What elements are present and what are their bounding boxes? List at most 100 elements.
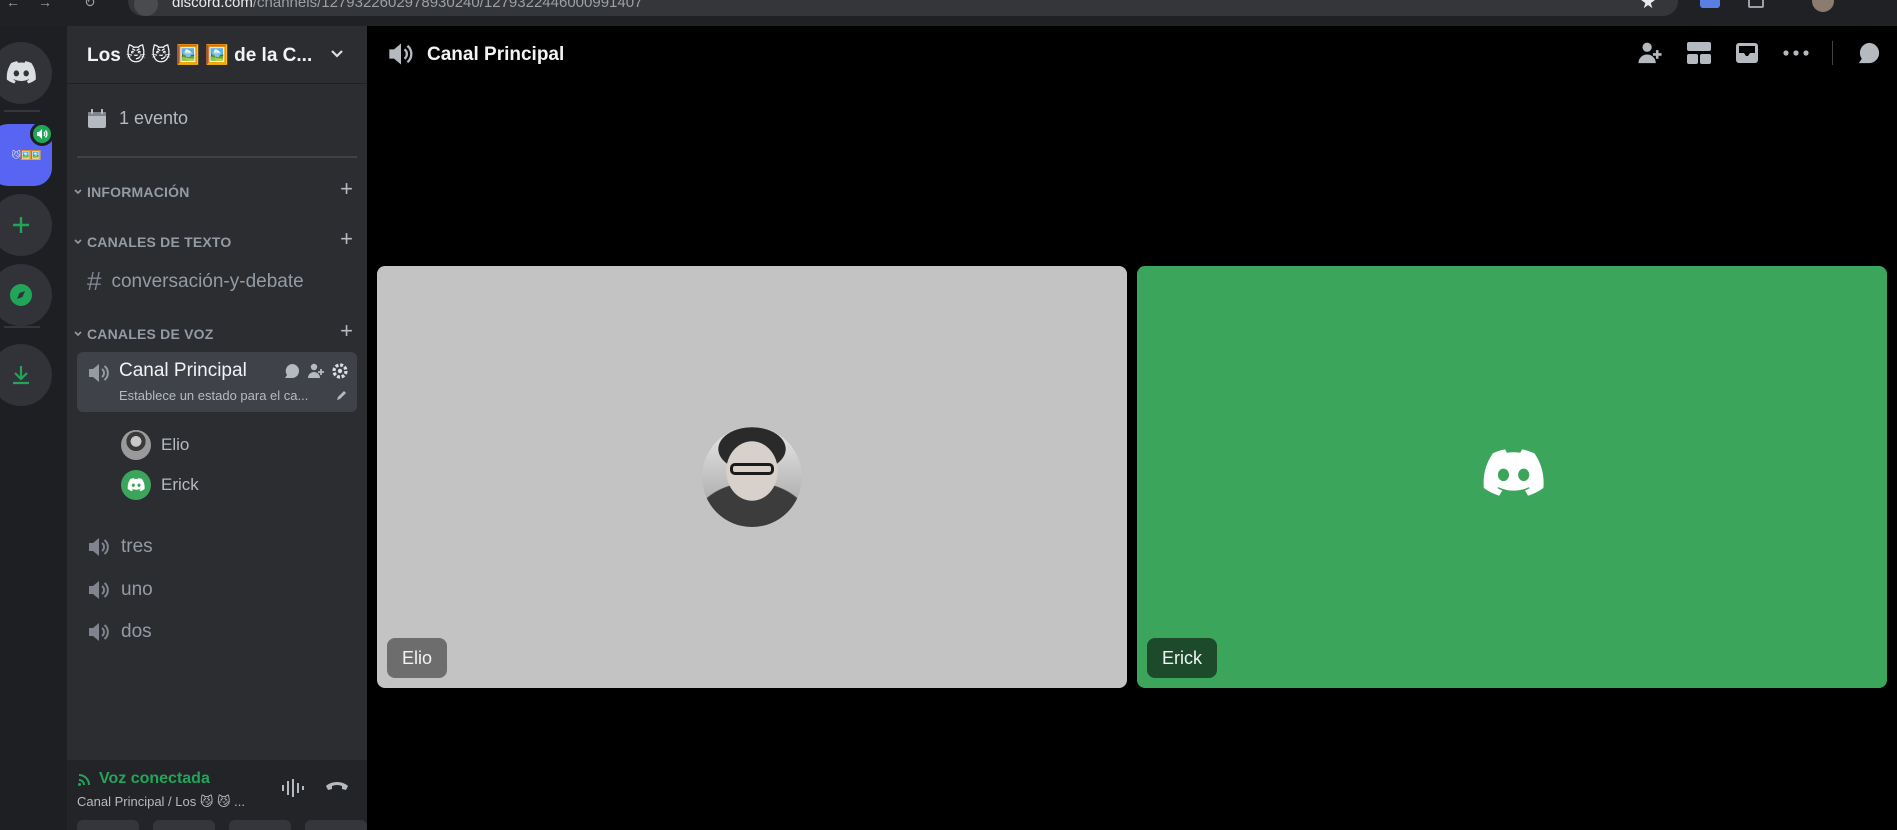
invite-user-icon[interactable] [1636,40,1664,66]
chat-bubble-icon[interactable] [283,362,301,380]
discord-logo-icon [127,478,145,492]
voice-channel-status[interactable]: Establece un estado para el ca... [119,388,308,403]
category-canales-de-voz[interactable]: CANALES DE VOZ [73,326,213,342]
server-icon-label: 😼🖼️🖼️ [11,149,42,160]
member-name: Erick [161,475,199,494]
screen-share-button[interactable] [153,820,215,830]
avatar-glasses [730,463,774,475]
noise-suppression-icon[interactable] [281,778,307,798]
channel-header: Canal Principal [367,26,1897,84]
forward-icon[interactable]: → [38,0,52,10]
server-rail: 😼🖼️🖼️ [0,26,67,830]
url-text[interactable]: discord.com/channels/1279322602978930240… [172,0,642,11]
download-icon [13,366,29,385]
invite-user-icon[interactable] [307,362,325,380]
participant-name: Elio [402,647,433,668]
speaker-icon [89,581,109,599]
voice-control-buttons [77,820,367,830]
participant-name: Erick [1162,647,1202,668]
channel-title: Canal Principal [427,44,565,65]
category-label: CANALES DE TEXTO [87,234,232,250]
profile-avatar[interactable] [1812,0,1834,12]
calendar-icon [88,108,106,128]
back-icon[interactable]: ← [6,0,20,10]
participant-name-tag: Erick [1147,638,1217,678]
add-channel-plus-icon[interactable]: + [340,178,353,200]
server-header[interactable]: Los 😼 😼 🖼️ 🖼️ de la C... [67,26,367,84]
voice-member-erick[interactable]: Erick [121,470,199,500]
url-path: /channels/1279322602978930240/1279322446… [252,0,643,11]
disconnect-icon[interactable] [325,780,349,794]
browser-toolbar: ← → ↻ discord.com/channels/1279322602978… [0,0,1897,26]
direct-messages-button[interactable] [0,42,52,104]
channel-name: tres [121,536,153,557]
avatar [702,427,802,527]
soundboard-button[interactable] [305,820,367,830]
download-apps-button[interactable] [0,344,52,406]
chevron-down-icon [74,239,82,245]
inbox-icon[interactable] [1734,41,1760,65]
avatar [121,470,151,500]
discord-logo-icon [6,61,36,84]
speaker-icon [89,623,109,641]
voice-channel-path[interactable]: Canal Principal / Los 😼 😼 ... [77,794,245,810]
url-domain: discord.com [172,0,253,11]
gear-icon[interactable] [331,362,349,380]
voice-member-elio[interactable]: Elio [121,430,189,460]
rail-divider [4,110,40,112]
rail-divider [4,326,40,328]
participant-name-tag: Elio [387,638,448,678]
more-options-icon[interactable] [1782,49,1810,57]
events-divider [77,156,357,158]
plus-icon [13,217,29,233]
camera-button[interactable] [77,820,139,830]
voice-channel-dos[interactable]: dos [87,621,152,643]
add-channel-plus-icon[interactable]: + [340,228,353,250]
voice-channel-uno[interactable]: uno [87,579,153,601]
signal-icon [78,774,90,786]
participant-tile-elio[interactable]: Elio [377,266,1127,688]
voice-channel-canal-principal[interactable]: Canal Principal Establece un estado para… [77,352,357,412]
toolbar-divider [1832,41,1833,65]
category-label: CANALES DE VOZ [87,326,214,342]
pencil-icon[interactable] [335,390,347,402]
chevron-down-icon[interactable] [327,44,347,64]
events-label: 1 evento [119,108,189,128]
text-channel-conversacion-y-debate[interactable]: # conversación-y-debate [87,266,304,297]
channel-sidebar: Los 😼 😼 🖼️ 🖼️ de la C... 1 evento INFORM… [67,26,367,830]
add-server-button[interactable] [0,194,52,256]
participant-tile-erick[interactable]: Erick [1137,266,1887,688]
voice-status-label: Voz conectada [99,770,210,787]
compass-icon [10,284,32,306]
tab-search-icon[interactable] [1748,0,1764,8]
voice-connected-status[interactable]: Voz conectada [77,770,210,788]
explore-servers-button[interactable] [0,264,52,326]
discord-logo-icon [1483,449,1544,496]
activities-button[interactable] [229,820,291,830]
speaker-icon [89,364,109,382]
chat-bubble-icon[interactable] [1855,40,1883,66]
extension-icon[interactable] [1700,0,1720,8]
channel-name: conversación-y-debate [111,270,304,292]
category-canales-de-texto[interactable]: CANALES DE TEXTO [73,234,232,250]
member-name: Elio [161,435,190,454]
server-name: Los 😼 😼 🖼️ 🖼️ de la C... [87,44,313,66]
channel-name: dos [121,621,152,642]
voice-channel-actions [283,362,349,380]
avatar [121,430,151,460]
header-toolbar [1636,40,1883,66]
speaker-icon [89,538,109,556]
events-link[interactable]: 1 evento [87,108,188,129]
bookmark-star-icon[interactable]: ★ [1640,0,1656,13]
category-label: INFORMACIÓN [87,184,190,200]
reload-icon[interactable]: ↻ [84,0,96,11]
speaker-icon [389,43,413,65]
voice-active-badge-icon [30,122,54,146]
layout-grid-icon[interactable] [1686,41,1712,65]
voice-channel-tres[interactable]: tres [87,536,153,558]
chevron-down-icon [74,189,82,195]
chevron-down-icon [74,331,82,337]
category-informacion[interactable]: INFORMACIÓN [73,184,190,200]
add-channel-plus-icon[interactable]: + [340,320,353,342]
voice-channel-view: Canal Principal Elio Erick [367,26,1897,830]
